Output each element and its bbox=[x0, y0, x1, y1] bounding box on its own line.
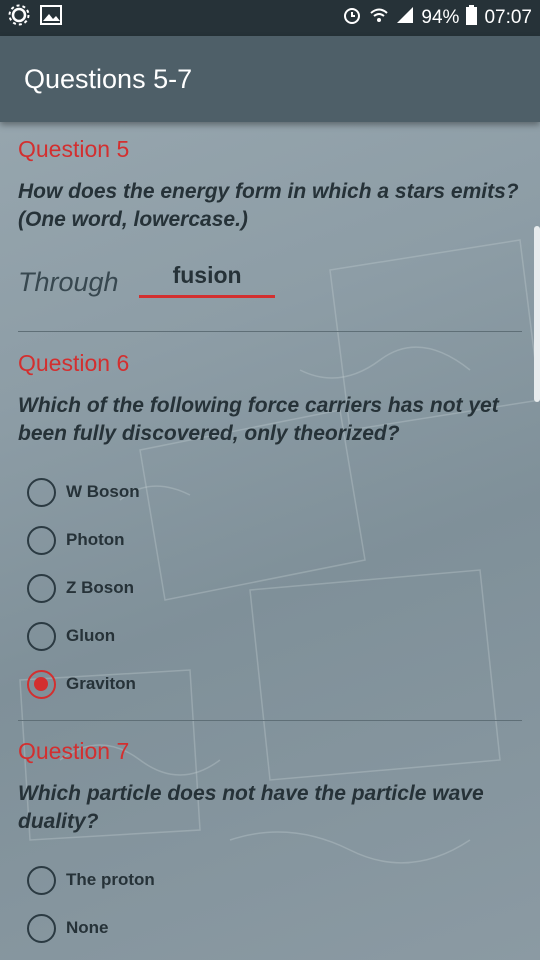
radio-button[interactable] bbox=[27, 477, 56, 507]
option-label: Graviton bbox=[66, 674, 136, 693]
radio-option[interactable]: Z Boson bbox=[18, 564, 528, 612]
radio-button[interactable] bbox=[27, 525, 56, 555]
radio-button[interactable] bbox=[27, 865, 56, 895]
fill-in-row: Through fusion bbox=[18, 254, 528, 298]
radio-button[interactable] bbox=[27, 913, 56, 943]
option-label: W Boson bbox=[66, 482, 140, 501]
question-title: Question 5 bbox=[18, 136, 130, 162]
radio-button[interactable] bbox=[27, 573, 56, 603]
radio-option[interactable]: Gluon bbox=[18, 612, 528, 660]
question-text: Which particle does not have the particl… bbox=[18, 782, 484, 833]
question-7: Question 7 Which particle does not have … bbox=[18, 738, 528, 952]
alarm-icon bbox=[342, 5, 362, 31]
option-label: The proton bbox=[66, 870, 155, 889]
settings-icon bbox=[8, 4, 30, 32]
radio-option[interactable]: Photon bbox=[18, 516, 528, 564]
radio-group: W Boson Photon Z Boson Gluon Graviton bbox=[18, 468, 528, 708]
radio-option[interactable]: Graviton bbox=[18, 660, 528, 708]
question-text: Which of the following force carriers ha… bbox=[18, 394, 499, 445]
questions-scroll-area[interactable]: Question 5 How does the energy form in w… bbox=[0, 122, 540, 960]
app-bar: Questions 5-7 bbox=[0, 36, 540, 122]
option-label: None bbox=[66, 918, 109, 937]
answer-prefix: Through bbox=[18, 267, 119, 297]
radio-group: The proton None bbox=[18, 856, 528, 952]
radio-button[interactable] bbox=[27, 621, 56, 651]
question-6: Question 6 Which of the following force … bbox=[18, 350, 528, 708]
option-label: Gluon bbox=[66, 626, 116, 645]
divider bbox=[18, 720, 522, 721]
clock-time: 07:07 bbox=[484, 7, 532, 28]
scrollbar-thumb[interactable] bbox=[534, 226, 540, 402]
image-icon bbox=[40, 5, 62, 31]
battery-icon bbox=[466, 5, 478, 31]
question-title: Question 6 bbox=[18, 350, 130, 376]
option-label: Photon bbox=[66, 530, 125, 549]
radio-option[interactable]: The proton bbox=[18, 856, 528, 904]
status-bar: 94% 07:07 bbox=[0, 0, 540, 36]
signal-icon bbox=[396, 6, 414, 30]
page-title: Questions 5-7 bbox=[24, 63, 193, 94]
option-label: Z Boson bbox=[66, 578, 134, 597]
question-5: Question 5 How does the energy form in w… bbox=[18, 136, 528, 298]
answer-input[interactable]: fusion bbox=[138, 262, 275, 298]
radio-option[interactable]: None bbox=[18, 904, 528, 952]
question-title: Question 7 bbox=[18, 738, 130, 764]
radio-button-selected[interactable] bbox=[27, 669, 56, 699]
radio-option[interactable]: W Boson bbox=[18, 468, 528, 516]
question-text: How does the energy form in which a star… bbox=[18, 180, 519, 231]
divider bbox=[18, 331, 522, 332]
battery-text: 94% bbox=[421, 7, 460, 28]
wifi-icon bbox=[369, 5, 389, 31]
